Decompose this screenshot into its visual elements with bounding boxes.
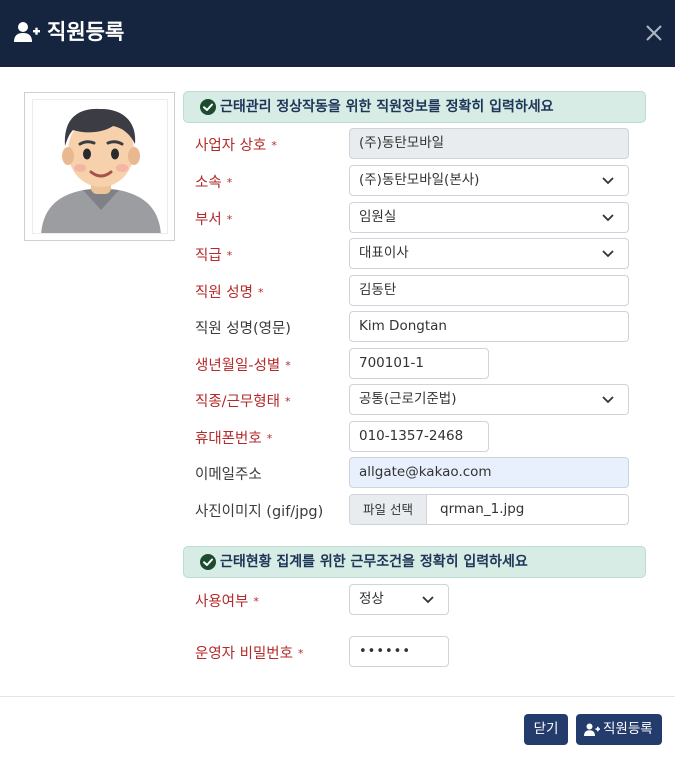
usage-select[interactable]: 정상 xyxy=(349,584,449,615)
employee-info-notice: 근태관리 정상작동을 위한 직원정보를 정확히 입력하세요 xyxy=(183,91,646,123)
job-type-label: 직종/근무형태 * xyxy=(195,394,291,410)
chevron-down-icon xyxy=(602,177,614,185)
close-button[interactable]: 닫기 xyxy=(524,714,568,745)
user-plus-icon xyxy=(584,723,600,736)
user-plus-icon xyxy=(14,22,40,42)
footer-divider xyxy=(0,696,675,697)
notice-text: 근태현황 집계를 위한 근무조건을 정확히 입력하세요 xyxy=(220,554,528,570)
mobile-label: 휴대폰번호 * xyxy=(195,431,273,447)
register-button[interactable]: 직원등록 xyxy=(576,714,662,745)
email-label: 이메일주소 xyxy=(195,467,262,483)
chevron-down-icon xyxy=(602,250,614,258)
birth-label: 생년월일-성별 * xyxy=(195,358,291,374)
affiliation-select[interactable]: (주)동탄모바일(본사) xyxy=(349,165,629,196)
affiliation-label: 소속 * xyxy=(195,175,233,191)
chevron-down-icon xyxy=(602,396,614,404)
modal-header: 직원등록 xyxy=(0,0,675,67)
check-circle-icon xyxy=(200,554,216,570)
department-label: 부서 * xyxy=(195,212,233,228)
mobile-input[interactable]: 010-1357-2468 xyxy=(349,421,489,452)
name-label: 직원 성명 * xyxy=(195,285,264,301)
modal-title: 직원등록 xyxy=(47,20,125,44)
profile-photo xyxy=(32,99,168,234)
position-label: 직급 * xyxy=(195,248,233,264)
birth-input[interactable]: 700101-1 xyxy=(349,348,489,379)
company-field[interactable]: (주)동탄모바일 xyxy=(349,128,629,159)
operator-password-input[interactable]: •••••• xyxy=(349,636,449,667)
name-input[interactable]: 김동탄 xyxy=(349,275,629,306)
file-name: qrman_1.jpg xyxy=(440,501,525,517)
email-input[interactable]: allgate@kakao.com xyxy=(349,457,629,488)
work-condition-notice: 근태현황 집계를 위한 근무조건을 정확히 입력하세요 xyxy=(183,546,646,578)
position-select[interactable]: 대표이사 xyxy=(349,238,629,269)
chevron-down-icon xyxy=(602,214,614,222)
usage-label: 사용여부 * xyxy=(195,594,259,610)
photo-file-input[interactable]: 파일 선택 qrman_1.jpg xyxy=(349,494,629,525)
register-button-label: 직원등록 xyxy=(603,721,653,737)
photo-label: 사진이미지 (gif/jpg) xyxy=(195,504,324,520)
department-select[interactable]: 임원실 xyxy=(349,202,629,233)
company-label: 사업자 상호 * xyxy=(195,138,277,154)
notice-text: 근태관리 정상작동을 위한 직원정보를 정확히 입력하세요 xyxy=(220,99,554,115)
operator-password-label: 운영자 비밀번호 * xyxy=(195,646,304,662)
english-name-label: 직원 성명(영문) xyxy=(195,321,291,337)
profile-photo-frame xyxy=(24,92,175,241)
check-circle-icon xyxy=(200,99,216,115)
chevron-down-icon xyxy=(422,596,434,604)
job-type-select[interactable]: 공통(근로기준법) xyxy=(349,384,629,415)
avatar xyxy=(41,108,161,233)
file-select-button[interactable]: 파일 선택 xyxy=(350,495,427,524)
english-name-input[interactable]: Kim Dongtan xyxy=(349,311,629,342)
close-icon[interactable] xyxy=(640,19,668,47)
